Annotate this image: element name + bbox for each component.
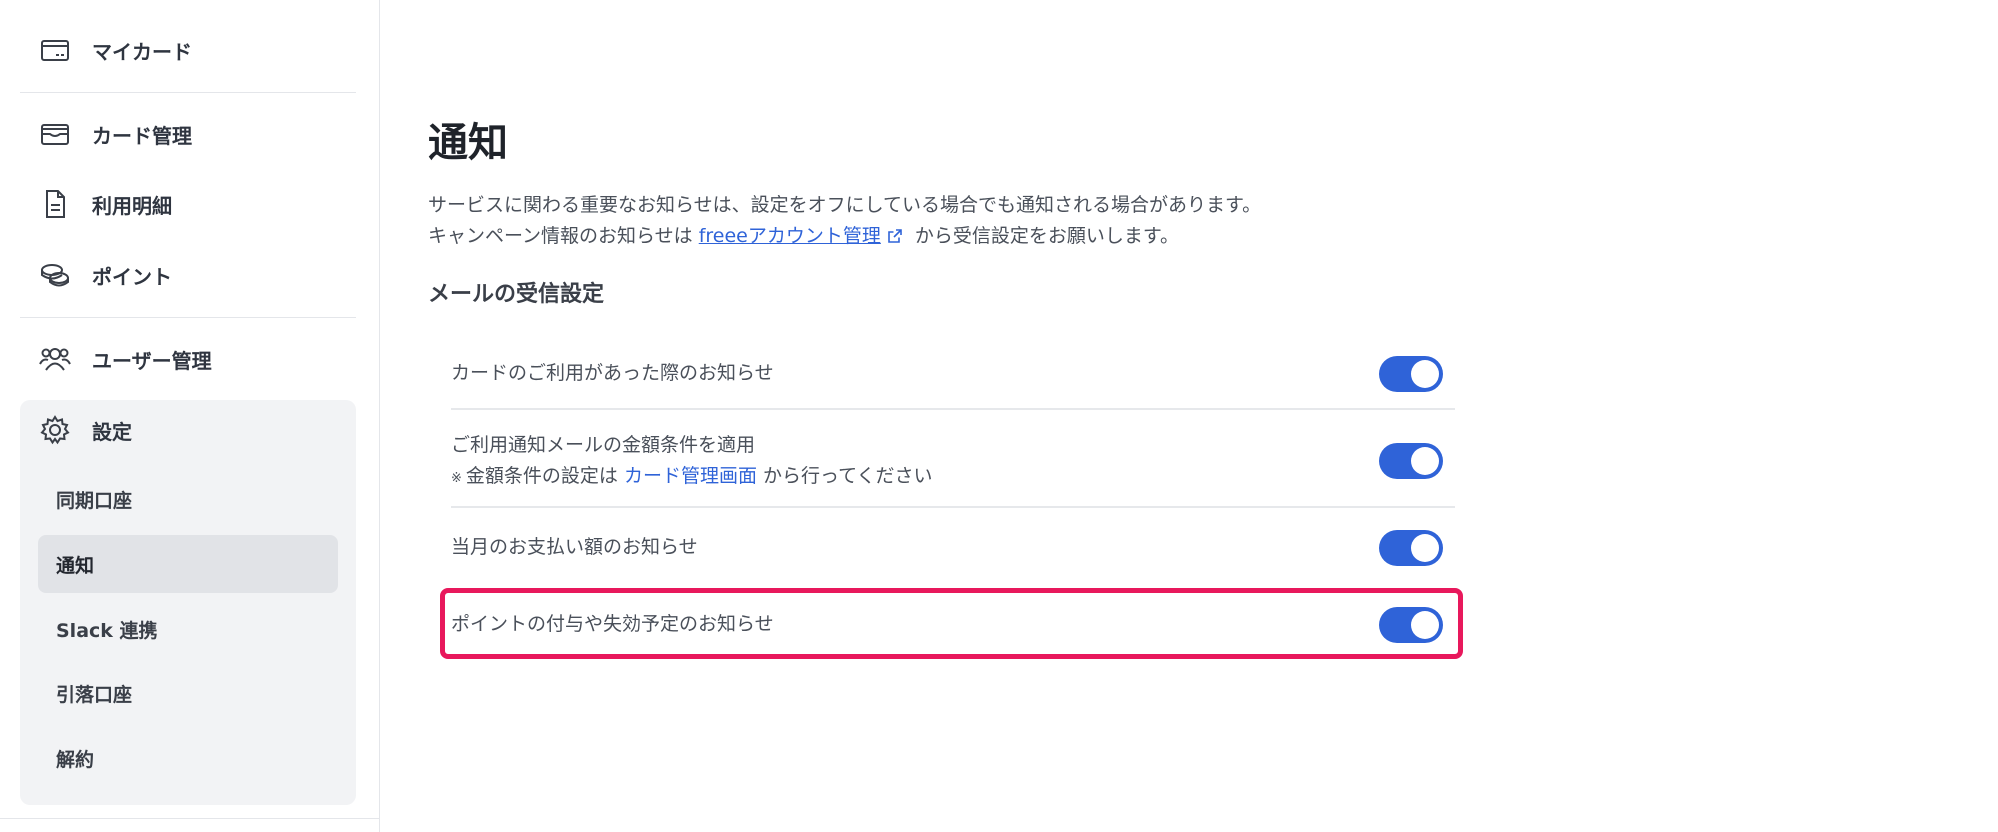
toggle-knob <box>1411 534 1439 562</box>
sidebar-item-label: カード管理 <box>92 123 192 148</box>
note-text: 金額条件の設定は <box>465 465 618 487</box>
setting-note: ※ 金額条件の設定は カード管理画面 から行ってください <box>451 461 933 488</box>
highlight-box <box>440 588 1463 659</box>
sidebar: マイカード カード管理 利用明細 ポイント ユーザー管理 設定 同期口座 通知 … <box>0 0 380 832</box>
sidebar-subitem-notification[interactable]: 通知 <box>38 535 338 593</box>
sidebar-item-label: 設定 <box>92 419 132 444</box>
sidebar-subitem-label: 引落口座 <box>56 683 133 706</box>
description-line-1: サービスに関わる重要なお知らせは、設定をオフにしている場合でも通知される場合があ… <box>428 194 1262 216</box>
row-divider <box>451 506 1455 508</box>
row-divider <box>451 408 1455 410</box>
sidebar-item-card-management[interactable]: カード管理 <box>38 114 192 154</box>
sidebar-item-points[interactable]: ポイント <box>38 255 172 295</box>
description-line-2: キャンペーン情報のお知らせは freeeアカウント管理 から受信設定をお願いしま… <box>428 221 1179 249</box>
card-management-link[interactable]: カード管理画面 <box>624 465 757 487</box>
sidebar-item-label: ユーザー管理 <box>92 348 212 373</box>
sidebar-subitem-label: 解約 <box>56 748 95 771</box>
sidebar-item-label: マイカード <box>92 39 192 64</box>
sidebar-subitem-cancel[interactable]: 解約 <box>38 729 338 787</box>
sidebar-subitem-sync-account[interactable]: 同期口座 <box>38 470 338 528</box>
users-icon <box>38 342 72 376</box>
main-content: 通知 サービスに関わる重要なお知らせは、設定をオフにしている場合でも通知される場… <box>380 0 1998 832</box>
sidebar-subitem-label: Slack 連携 <box>56 619 158 642</box>
sidebar-item-my-card[interactable]: マイカード <box>38 30 192 70</box>
setting-label: カードのご利用があった際のお知らせ <box>451 362 774 384</box>
sidebar-item-settings[interactable]: 設定 <box>38 410 132 450</box>
note-mark: ※ <box>451 471 462 486</box>
toggle-card-usage[interactable] <box>1379 356 1443 392</box>
toggle-monthly-payment[interactable] <box>1379 530 1443 566</box>
setting-row-amount-condition: ご利用通知メールの金額条件を適用 ※ 金額条件の設定は カード管理画面 から行って… <box>451 428 1455 494</box>
page-title: 通知 <box>428 120 508 166</box>
section-title-email: メールの受信設定 <box>428 282 605 307</box>
setting-label: ご利用通知メールの金額条件を適用 <box>451 434 756 456</box>
document-icon <box>38 187 72 221</box>
sidebar-item-label: 利用明細 <box>92 193 172 218</box>
divider <box>20 317 356 318</box>
sidebar-subitem-slack[interactable]: Slack 連携 <box>38 600 338 658</box>
note-text: から行ってください <box>763 465 933 487</box>
description-text: キャンペーン情報のお知らせは <box>428 225 693 247</box>
toggle-knob <box>1411 447 1439 475</box>
sidebar-subitem-debit-account[interactable]: 引落口座 <box>38 664 338 722</box>
divider <box>0 818 380 819</box>
card-manage-icon <box>38 117 72 151</box>
gear-icon <box>38 413 72 447</box>
setting-row-card-usage: カードのご利用があった際のお知らせ <box>451 354 1455 394</box>
sidebar-item-label: ポイント <box>92 264 172 289</box>
external-link-icon <box>887 227 903 249</box>
sidebar-subitem-label: 同期口座 <box>56 489 133 512</box>
sidebar-subitem-label: 通知 <box>56 554 95 577</box>
sidebar-item-statement[interactable]: 利用明細 <box>38 184 172 224</box>
freee-account-link[interactable]: freeeアカウント管理 <box>699 225 881 247</box>
sidebar-item-user-management[interactable]: ユーザー管理 <box>38 339 212 379</box>
setting-label: 当月のお支払い額のお知らせ <box>451 536 698 558</box>
description-text: から受信設定をお願いします。 <box>914 225 1180 247</box>
toggle-amount-condition[interactable] <box>1379 443 1443 479</box>
coins-icon <box>38 258 72 292</box>
card-icon <box>38 33 72 67</box>
setting-row-monthly-payment: 当月のお支払い額のお知らせ <box>451 530 1455 570</box>
divider <box>20 92 356 93</box>
toggle-knob <box>1411 360 1439 388</box>
